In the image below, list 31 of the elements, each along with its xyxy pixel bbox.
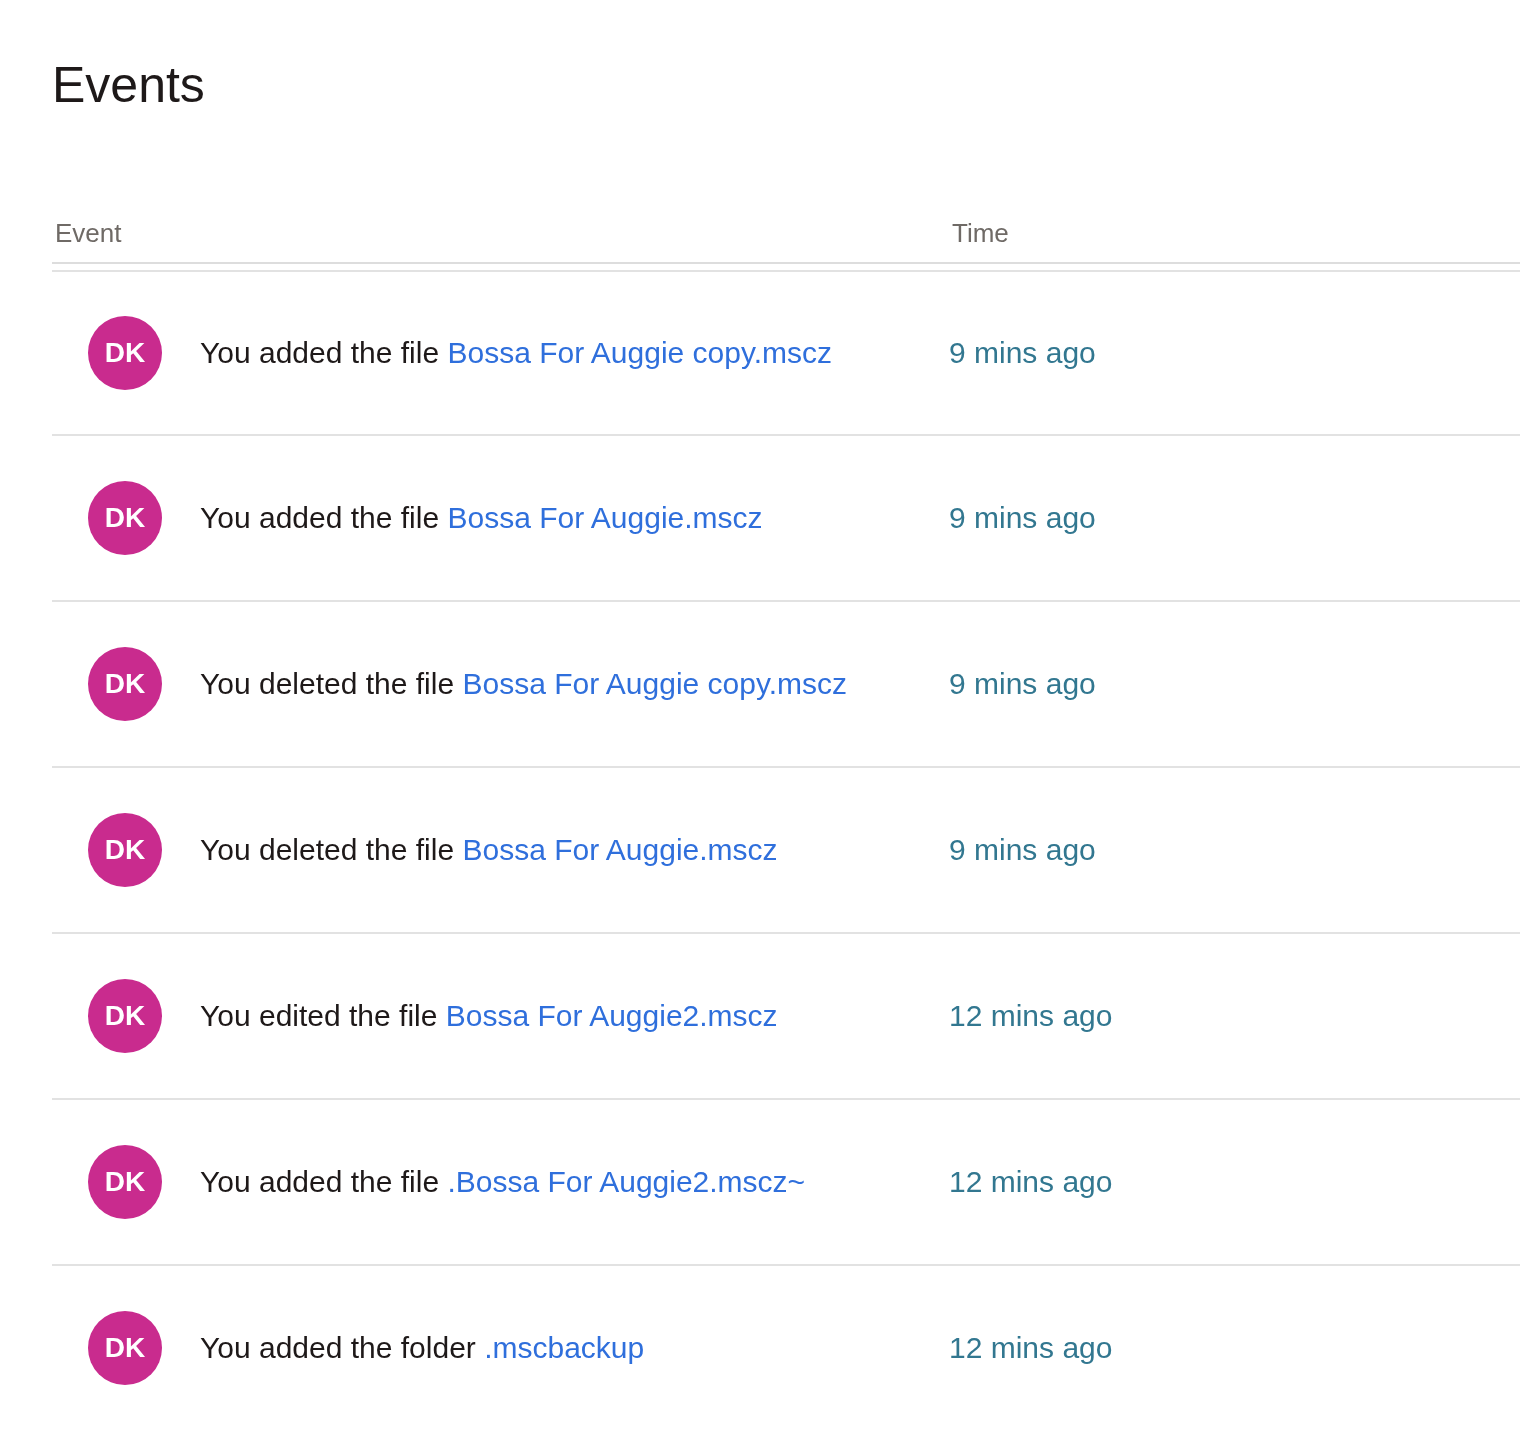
event-text: You added the file Bossa For Auggie copy.mscz <box>200 336 833 370</box>
event-text: You added the file Bossa For Auggie.mscz <box>200 501 763 535</box>
avatar: DK <box>88 481 162 555</box>
avatar: DK <box>88 1311 162 1385</box>
avatar: DK <box>88 647 162 721</box>
avatar: DK <box>88 813 162 887</box>
event-time: 12 mins ago <box>949 1331 1113 1365</box>
event-time: 9 mins ago <box>949 336 1096 370</box>
page-title: Events <box>52 56 206 115</box>
event-time: 9 mins ago <box>949 833 1096 867</box>
avatar: DK <box>88 1145 162 1219</box>
event-text: You deleted the file Bossa For Auggie copy.mscz <box>200 667 848 701</box>
file-link[interactable]: .Bossa For Auggie2.mscz~ <box>447 1165 806 1198</box>
event-text: You edited the file Bossa For Auggie2.mscz <box>200 999 778 1033</box>
avatar: DK <box>88 316 162 390</box>
avatar: DK <box>88 979 162 1053</box>
file-link[interactable]: Bossa For Auggie2.mscz <box>445 999 778 1032</box>
file-link[interactable]: .mscbackup <box>484 1331 645 1364</box>
event-text: You deleted the file Bossa For Auggie.mscz <box>200 833 778 867</box>
column-header: Time <box>951 218 1009 249</box>
event-time: 9 mins ago <box>949 667 1096 701</box>
file-link[interactable]: Bossa For Auggie.mscz <box>462 833 778 866</box>
event-time: 9 mins ago <box>949 501 1096 535</box>
file-link[interactable]: Bossa For Auggie copy.mscz <box>447 336 833 369</box>
event-time: 12 mins ago <box>949 1165 1113 1199</box>
file-link[interactable]: Bossa For Auggie.mscz <box>447 501 763 534</box>
event-time: 12 mins ago <box>949 999 1113 1033</box>
event-text: You added the folder .mscbackup <box>200 1331 645 1365</box>
event-text: You added the file .Bossa For Auggie2.mscz~ <box>200 1165 806 1199</box>
file-link[interactable]: Bossa For Auggie copy.mscz <box>462 667 848 700</box>
column-header: Event <box>54 218 123 249</box>
